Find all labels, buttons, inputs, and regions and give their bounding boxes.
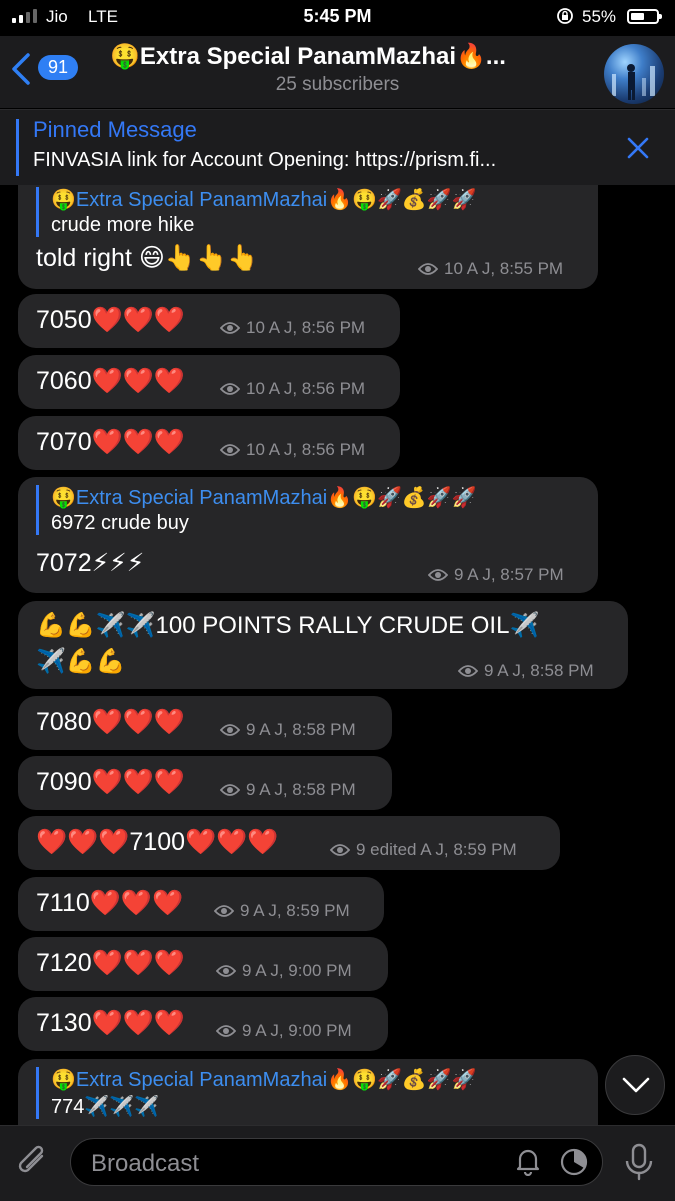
reply-author: 🤑Extra Special PanamMazhai🔥🤑🚀💰🚀🚀 (51, 189, 477, 211)
channel-avatar[interactable] (604, 44, 664, 104)
message-bubble[interactable]: 🤑Extra Special PanamMazhai🔥🤑🚀💰🚀🚀 774✈️✈️… (18, 1059, 598, 1125)
message-bubble[interactable]: 7110❤️❤️❤️ 9 A J, 8:59 PM (18, 877, 384, 931)
message-timestamp: 9 A J, 8:58 PM (246, 720, 356, 739)
timer-icon[interactable] (558, 1146, 590, 1178)
message-bubble[interactable]: 🤑Extra Special PanamMazhai🔥🤑🚀💰🚀🚀 crude m… (18, 185, 598, 289)
message-list[interactable]: 🤑Extra Special PanamMazhai🔥🤑🚀💰🚀🚀 crude m… (0, 185, 675, 1125)
reply-author: 🤑Extra Special PanamMazhai🔥🤑🚀💰🚀🚀 (51, 487, 477, 509)
attachment-icon[interactable] (14, 1142, 54, 1182)
message-bubble[interactable]: 7070❤️❤️❤️ 10 A J, 8:56 PM (18, 416, 400, 470)
message-meta: 10 A J, 8:56 PM (220, 440, 365, 460)
message-text: 7130❤️❤️❤️ (36, 1009, 185, 1037)
message-meta: 9 A J, 8:58 PM (220, 780, 356, 800)
message-timestamp: 9 A J, 8:58 PM (246, 780, 356, 799)
message-meta: 10 A J, 8:56 PM (220, 318, 365, 338)
message-timestamp: 9 A J, 8:57 PM (454, 565, 564, 584)
message-text: 7050❤️❤️❤️ (36, 306, 185, 334)
message-bubble[interactable]: 🤑Extra Special PanamMazhai🔥🤑🚀💰🚀🚀 6972 cr… (18, 477, 598, 593)
rotation-lock-icon (557, 8, 573, 24)
message-text: told right 😄👆👆👆 (36, 244, 259, 272)
reply-text: 774✈️✈️✈️ (51, 1096, 160, 1118)
message-text: 7120❤️❤️❤️ (36, 949, 185, 977)
pinned-indicator (16, 119, 19, 176)
message-text: 💪💪✈️✈️100 POINTS RALLY CRUDE OIL✈️ (36, 612, 540, 639)
message-timestamp: 10 A J, 8:56 PM (246, 379, 366, 398)
message-meta: 10 A J, 8:56 PM (220, 379, 365, 399)
message-meta: 10 A J, 8:55 PM (418, 259, 563, 279)
message-bubble[interactable]: 7130❤️❤️❤️ 9 A J, 9:00 PM (18, 997, 388, 1051)
message-text: 7070❤️❤️❤️ (36, 428, 185, 456)
message-meta: 9 A J, 9:00 PM (216, 1021, 352, 1041)
close-icon[interactable] (624, 134, 652, 162)
message-bubble[interactable]: 💪💪✈️✈️100 POINTS RALLY CRUDE OIL✈️ ✈️💪💪 … (18, 601, 628, 689)
status-bar: Jio LTE 5:45 PM 55% (0, 0, 675, 36)
message-meta: 9 A J, 8:59 PM (214, 901, 350, 921)
message-text: 7060❤️❤️❤️ (36, 367, 185, 395)
reply-text: 6972 crude buy (51, 512, 189, 534)
views-icon (330, 844, 350, 856)
message-bubble[interactable]: 7090❤️❤️❤️ 9 A J, 8:58 PM (18, 756, 392, 810)
notification-bell-icon[interactable] (513, 1146, 543, 1176)
composer-bar: Broadcast (0, 1125, 675, 1201)
message-text: 7072⚡⚡⚡ (36, 549, 145, 577)
message-meta: 9 edited A J, 8:59 PM (330, 840, 517, 860)
battery-percentage: 55% (582, 7, 617, 26)
message-timestamp: 9 A J, 8:59 PM (240, 901, 350, 920)
reply-quote[interactable]: 🤑Extra Special PanamMazhai🔥🤑🚀💰🚀🚀 crude m… (36, 187, 477, 237)
message-text: 7080❤️❤️❤️ (36, 708, 185, 736)
message-text: 7110❤️❤️❤️ (36, 889, 184, 917)
reply-quote[interactable]: 🤑Extra Special PanamMazhai🔥🤑🚀💰🚀🚀 6972 cr… (36, 485, 477, 535)
views-icon (428, 569, 448, 581)
battery-icon (627, 9, 662, 24)
subscriber-count: 25 subscribers (275, 74, 400, 95)
chevron-down-icon (622, 1077, 650, 1093)
message-meta: 9 A J, 8:58 PM (458, 661, 594, 681)
message-meta: 9 A J, 8:58 PM (220, 720, 356, 740)
message-timestamp: 10 A J, 8:55 PM (444, 259, 564, 278)
scroll-to-bottom-button[interactable] (605, 1055, 665, 1115)
views-icon (220, 444, 240, 456)
views-icon (220, 784, 240, 796)
message-timestamp: 9 A J, 9:00 PM (242, 1021, 352, 1040)
message-timestamp: 9 edited A J, 8:59 PM (356, 840, 517, 859)
views-icon (220, 322, 240, 334)
message-text-line2: ✈️💪💪 (36, 648, 126, 675)
message-timestamp: 10 A J, 8:56 PM (246, 318, 366, 337)
message-text: ❤️❤️❤️7100❤️❤️❤️ (36, 828, 279, 856)
views-icon (214, 905, 234, 917)
reply-text: crude more hike (51, 214, 195, 236)
pinned-text: FINVASIA link for Account Opening: https… (33, 149, 497, 171)
chat-header: 91 🤑Extra Special PanamMazhai🔥... 25 sub… (0, 36, 675, 108)
views-icon (220, 383, 240, 395)
message-timestamp: 9 A J, 9:00 PM (242, 961, 352, 980)
views-icon (216, 1025, 236, 1037)
microphone-icon[interactable] (622, 1142, 656, 1182)
message-bubble[interactable]: 7080❤️❤️❤️ 9 A J, 8:58 PM (18, 696, 392, 750)
message-bubble[interactable]: 7060❤️❤️❤️ 10 A J, 8:56 PM (18, 355, 400, 409)
pinned-title: Pinned Message (33, 117, 197, 142)
message-bubble[interactable]: ❤️❤️❤️7100❤️❤️❤️ 9 edited A J, 8:59 PM (18, 816, 560, 870)
message-timestamp: 10 A J, 8:56 PM (246, 440, 366, 459)
views-icon (216, 965, 236, 977)
pinned-message-banner[interactable]: Pinned Message FINVASIA link for Account… (0, 109, 675, 185)
message-timestamp: 9 A J, 8:58 PM (484, 661, 594, 680)
message-bubble[interactable]: 7120❤️❤️❤️ 9 A J, 9:00 PM (18, 937, 388, 991)
views-icon (458, 665, 478, 677)
message-text: 7090❤️❤️❤️ (36, 768, 185, 796)
message-meta: 9 A J, 8:57 PM (428, 565, 564, 585)
message-meta: 9 A J, 9:00 PM (216, 961, 352, 981)
input-placeholder: Broadcast (91, 1150, 200, 1177)
reply-quote[interactable]: 🤑Extra Special PanamMazhai🔥🤑🚀💰🚀🚀 774✈️✈️… (36, 1067, 477, 1119)
views-icon (220, 724, 240, 736)
message-bubble[interactable]: 7050❤️❤️❤️ 10 A J, 8:56 PM (18, 294, 400, 348)
views-icon (418, 263, 438, 275)
reply-author: 🤑Extra Special PanamMazhai🔥🤑🚀💰🚀🚀 (51, 1069, 477, 1091)
channel-title[interactable]: 🤑Extra Special PanamMazhai🔥... (110, 42, 580, 71)
